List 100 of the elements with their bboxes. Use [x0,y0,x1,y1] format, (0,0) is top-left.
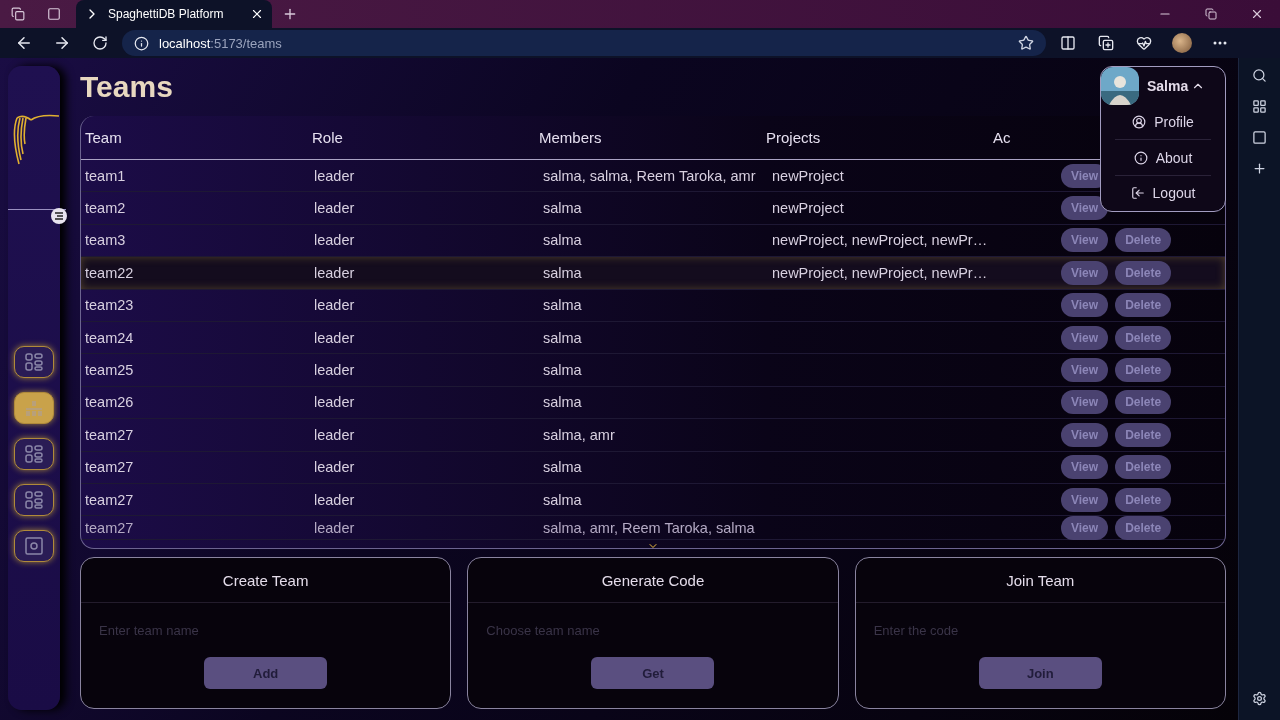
split-screen-icon [1060,35,1076,51]
settings-icon [1252,691,1267,706]
table-cell-text: leader [313,200,356,217]
nav-button[interactable] [14,392,54,424]
view-button[interactable]: View [1061,325,1109,350]
table-cell-text: leader [313,167,356,184]
column-header: Team [85,129,123,146]
user-name-button[interactable]: Salma [1147,78,1206,94]
grid-icon [24,444,44,464]
table-cell-text: salma [542,264,583,281]
table-cell-text: team27 [85,491,135,508]
table-cell-text: leader [313,459,356,476]
forward-icon [53,34,71,52]
table-cell-text: leader [313,491,356,508]
search-icon [1252,68,1267,83]
card-title: Join Team [1006,571,1075,589]
table-cell-text: salma [542,297,583,314]
nav-button[interactable] [14,484,54,516]
menu-item[interactable]: About [1115,140,1211,176]
profile-icon [1132,115,1147,130]
view-button[interactable]: View [1061,196,1109,221]
delete-button[interactable]: Delete [1115,516,1172,541]
reload-icon [92,35,108,51]
table-cell-text: salma [542,459,583,476]
table-cell-text: newProject, newProject, newPr… [771,232,989,249]
input-field[interactable]: Enter team name [97,617,435,643]
browser-tab[interactable]: SpaghettiDB Platform [76,0,272,28]
table-cell-text: team2 [85,200,127,217]
more-icon[interactable] [1213,41,1227,45]
view-button[interactable]: View [1061,487,1109,512]
add-icon [1252,161,1267,176]
table-cell-text: leader [313,520,356,537]
input-field[interactable]: Choose team name [484,617,822,643]
url-path: :5173/teams [210,35,282,51]
menu-item[interactable]: Profile [1115,105,1211,141]
table-cell-text: team1 [85,167,127,184]
info-icon [134,35,149,51]
view-button[interactable]: View [1061,293,1109,318]
view-button[interactable]: View [1061,455,1109,480]
restore-icon [1205,8,1217,20]
nav-button[interactable] [14,530,54,562]
table-cell-text: team27 [85,426,135,443]
column-header: Projects [766,129,822,146]
table-cell-text: salma [542,491,583,508]
address-bar[interactable]: localhost:5173/teams [122,30,1046,56]
delete-button[interactable]: Delete [1115,390,1172,415]
nav-button[interactable] [14,346,54,378]
table-cell-text: salma [542,394,583,411]
nav-button[interactable] [14,438,54,470]
grid-icon [24,352,44,372]
table-cell-text: salma, amr, Reem Taroka, salma [542,520,756,537]
new-tab-icon [282,6,298,22]
health-icon [1136,35,1152,51]
table-cell-text: salma [542,200,583,217]
table-cell-text: leader [313,297,356,314]
table-cell-text: team3 [85,232,127,249]
delete-button[interactable]: Delete [1115,325,1172,350]
column-header: Ac [993,129,1012,146]
view-button[interactable]: View [1061,260,1109,285]
input-field[interactable]: Enter the code [871,617,1209,643]
tab-actions-icon [47,7,61,21]
delete-button[interactable]: Delete [1115,260,1172,285]
back-icon [15,34,33,52]
view-button[interactable]: View [1061,228,1109,253]
submit-button[interactable]: Add [204,657,328,689]
tab-title: SpaghettiDB Platform [108,7,225,21]
table-cell-text: newProject, newProject, newPr… [771,264,989,281]
view-button[interactable]: View [1061,358,1109,383]
table-cell-text: salma, amr [542,426,616,443]
chart-icon [24,398,44,418]
table-cell-text: leader [313,394,356,411]
view-button[interactable]: View [1061,516,1109,541]
delete-button[interactable]: Delete [1115,228,1172,253]
delete-button[interactable]: Delete [1115,358,1172,383]
delete-button[interactable]: Delete [1115,487,1172,512]
table-cell-text: team22 [85,264,135,281]
collapse-toggle[interactable] [51,208,67,224]
table-cell-text: team27 [85,459,135,476]
delete-button[interactable]: Delete [1115,422,1172,447]
table-cell-text: leader [313,426,356,443]
view-button[interactable]: View [1061,422,1109,447]
delete-button[interactable]: Delete [1115,455,1172,480]
collections-icon [1098,35,1114,51]
card-title: Generate Code [601,571,705,589]
submit-button[interactable]: Get [591,657,715,689]
grid-icon [24,490,44,510]
delete-button[interactable]: Delete [1115,293,1172,318]
submit-button[interactable]: Join [978,657,1102,689]
table-cell-text: leader [313,264,356,281]
menu-item[interactable]: Logout [1115,175,1211,211]
view-button[interactable]: View [1061,390,1109,415]
workspaces-icon [11,7,25,21]
logout-icon [1130,186,1145,201]
table-cell-text: leader [313,329,356,346]
close-icon [250,7,264,21]
close-icon [1250,7,1264,21]
table-cell-text: leader [313,362,356,379]
page-title: Teams [80,70,173,105]
star-icon [1018,35,1034,51]
profile-avatar[interactable] [1172,33,1192,53]
